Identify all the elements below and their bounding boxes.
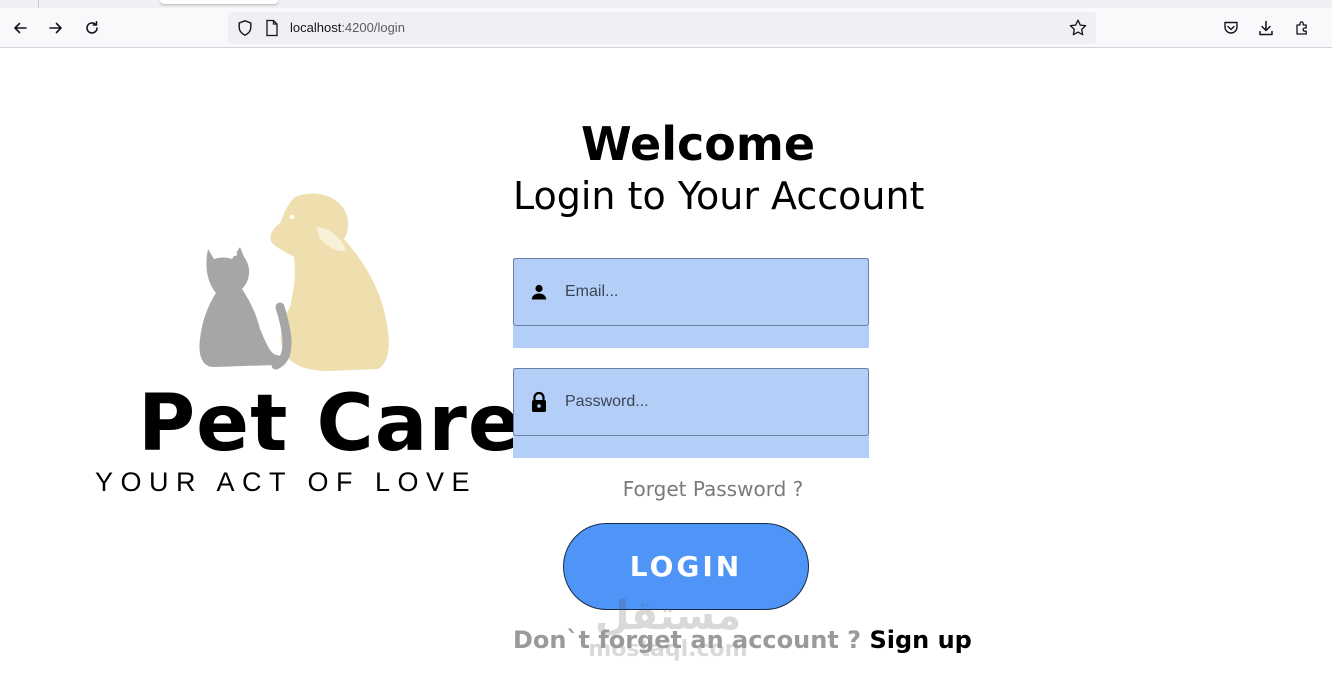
lock-icon [527, 390, 551, 414]
url-host: localhost [290, 20, 342, 35]
page-icon [266, 19, 278, 37]
forget-password-link[interactable]: Forget Password ? [513, 477, 913, 501]
pocket-icon [1224, 21, 1238, 34]
bookmark-star-icon[interactable] [1068, 18, 1088, 38]
password-field [513, 368, 869, 436]
email-field-container [513, 258, 869, 348]
forward-icon [49, 22, 62, 34]
signup-prompt-line: Don`t forget an account ? Sign up [513, 626, 972, 654]
password-field-container [513, 368, 869, 458]
url-path: :4200/login [341, 20, 405, 35]
reload-button[interactable] [80, 16, 104, 40]
address-bar[interactable]: localhost:4200/login [228, 12, 1096, 44]
brand-name: Pet Care [138, 379, 522, 469]
cat-silhouette [199, 247, 282, 367]
signup-link[interactable]: Sign up [869, 626, 971, 654]
back-button[interactable] [8, 16, 32, 40]
forward-button[interactable] [44, 16, 68, 40]
shield-icon[interactable] [236, 19, 254, 37]
signup-prompt-text: Don`t forget an account ? [513, 626, 862, 654]
extensions-icon [1296, 21, 1307, 35]
email-input[interactable] [565, 277, 855, 307]
active-tab[interactable] [160, 0, 278, 4]
tab-separator [38, 0, 39, 8]
download-icon [1259, 20, 1273, 36]
user-icon [527, 280, 551, 304]
extensions-button[interactable] [1290, 16, 1314, 40]
email-field [513, 258, 869, 326]
brand-tagline: YOUR ACT OF LOVE [95, 467, 478, 497]
back-icon [14, 22, 27, 34]
tab-strip [0, 0, 1332, 8]
browser-toolbar: localhost:4200/login [0, 8, 1332, 48]
pocket-button[interactable] [1219, 16, 1243, 40]
reload-icon [86, 21, 98, 34]
login-subtitle: Login to Your Account [513, 174, 925, 218]
login-page: Pet Care YOUR ACT OF LOVE Welcome Login … [0, 49, 1332, 688]
welcome-heading: Welcome [580, 117, 816, 171]
password-input[interactable] [565, 387, 855, 417]
url-text: localhost:4200/login [290, 20, 405, 35]
downloads-button[interactable] [1254, 16, 1278, 40]
